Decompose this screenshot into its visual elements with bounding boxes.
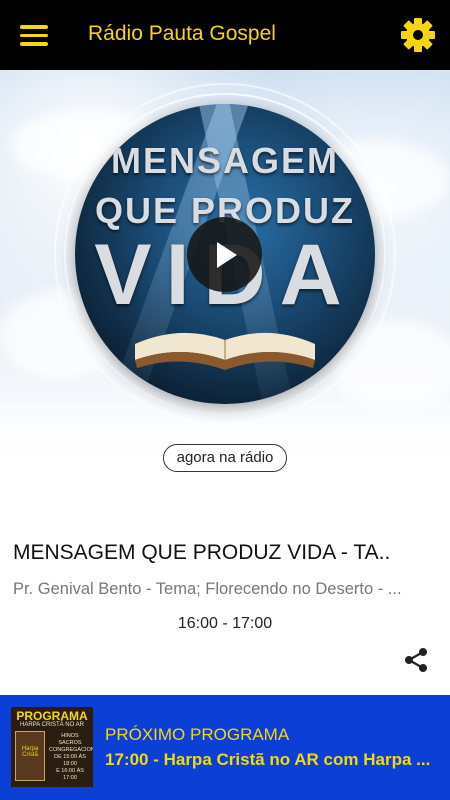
next-program-title: 17:00 - Harpa Cristã no AR com Harpa ... [105,750,431,769]
thumbnail-line: E 16:00 ÀS 17:00 [56,768,84,781]
thumbnail-line: CONGREGACIONAIS [49,747,93,753]
thumbnail-details: HINOS SACROS CONGREGACIONAIS DE 15:00 ÀS… [49,733,93,782]
play-button[interactable] [187,217,262,292]
app-title: Rádio Pauta Gospel [88,22,276,45]
next-program-thumbnail: PROGRAMA HARPA CRISTÃ NO AR Harpa Cristã… [11,707,93,787]
now-on-radio-badge: agora na rádio [163,444,287,472]
thumbnail-heading: PROGRAMA [16,709,88,723]
app-header: Rádio Pauta Gospel [0,0,450,70]
gear-icon[interactable] [398,15,438,55]
thumbnail-subheading: HARPA CRISTÃ NO AR [20,722,84,728]
play-icon [217,242,237,268]
share-icon[interactable] [402,646,430,674]
now-playing-time: 16:00 - 17:00 [177,615,273,632]
hymnbook-image: Harpa Cristã [15,731,45,781]
cover-text-line: MENSAGEM [110,140,339,181]
next-program-label: PRÓXIMO PROGRAMA [105,725,290,744]
bible-book-icon [135,332,315,370]
now-playing-title: MENSAGEM QUE PRODUZ VIDA - TA.. [13,541,391,564]
now-playing-subtitle: Pr. Genival Bento - Tema; Florecendo no … [13,580,402,598]
thumbnail-line: HINOS SACROS [58,733,82,746]
thumbnail-line: DE 15:00 ÀS 18:00 [54,754,86,767]
next-program-bar[interactable]: PROGRAMA HARPA CRISTÃ NO AR Harpa Cristã… [0,695,450,800]
hamburger-menu-icon[interactable] [14,20,54,52]
hymnbook-title: Harpa Cristã [21,746,39,758]
